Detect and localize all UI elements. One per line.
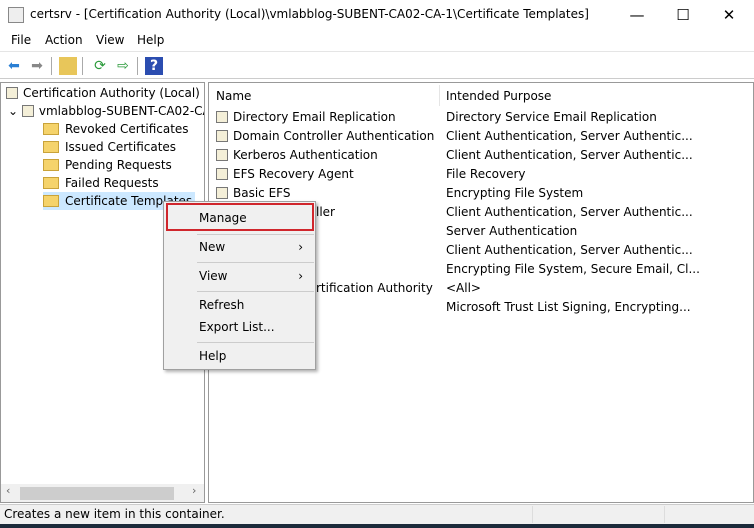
menu-item-export-list[interactable]: Export List... <box>199 320 275 334</box>
tree-ca-label: vmlabblog-SUBENT-CA02-CA <box>38 104 204 118</box>
certificate-template-icon <box>216 187 228 199</box>
forward-arrow-icon[interactable]: ➡ <box>28 57 46 75</box>
tree-label: Issued Certificates <box>65 140 177 154</box>
template-row-purpose[interactable]: Encrypting File System <box>446 184 583 203</box>
tree-root-label: Certification Authority (Local) <box>23 86 200 100</box>
template-row-purpose[interactable]: Client Authentication, Server Authentic.… <box>446 203 693 222</box>
menu-item-refresh[interactable]: Refresh <box>199 298 244 312</box>
scroll-right-icon[interactable]: › <box>192 484 196 497</box>
tree-item-pending-requests[interactable]: Pending Requests <box>43 156 172 174</box>
menu-action[interactable]: Action <box>45 33 83 47</box>
submenu-arrow-icon: › <box>298 269 303 283</box>
menu-item-label: New <box>199 240 226 254</box>
menu-item-view[interactable]: View <box>199 269 227 283</box>
taskbar-edge <box>0 524 754 528</box>
expand-chevron-icon[interactable]: ⌄ <box>8 104 22 118</box>
toolbar-separator <box>51 57 52 75</box>
column-header-intended-purpose[interactable]: Intended Purpose <box>446 89 551 103</box>
maximize-button[interactable]: ☐ <box>660 0 706 30</box>
manage-highlight-box <box>166 203 314 231</box>
tree-label: Revoked Certificates <box>65 122 189 136</box>
tree-label: Pending Requests <box>65 158 172 172</box>
template-row-purpose[interactable]: Encrypting File System, Secure Email, Cl… <box>446 260 700 279</box>
submenu-arrow-icon: › <box>298 240 303 254</box>
certsrv-app-icon <box>8 7 24 23</box>
scrollbar-thumb[interactable] <box>20 487 174 500</box>
template-row-name[interactable]: Directory Email Replication <box>216 108 396 127</box>
template-row-name[interactable]: ller <box>316 203 335 222</box>
menu-separator <box>197 262 314 263</box>
menu-separator <box>197 291 314 292</box>
folder-icon <box>43 195 59 207</box>
close-button[interactable]: ✕ <box>706 0 752 30</box>
template-row-purpose[interactable]: Server Authentication <box>446 222 577 241</box>
column-divider[interactable] <box>439 85 440 106</box>
certificate-template-icon <box>216 130 228 142</box>
menu-item-new[interactable]: New <box>199 240 309 254</box>
help-icon[interactable]: ? <box>145 57 163 75</box>
toolbar-separator <box>82 57 83 75</box>
template-row-purpose[interactable]: Directory Service Email Replication <box>446 108 657 127</box>
template-row-purpose[interactable]: <All> <box>446 279 481 298</box>
tree-item-issued-certificates[interactable]: Issued Certificates <box>43 138 176 156</box>
tree-item-failed-requests[interactable]: Failed Requests <box>43 174 159 192</box>
tree-item-revoked-certificates[interactable]: Revoked Certificates <box>43 120 189 138</box>
template-name: Basic EFS <box>233 186 291 200</box>
tree-root[interactable]: Certification Authority (Local) <box>6 84 200 102</box>
menu-file[interactable]: File <box>11 33 31 47</box>
template-name: Kerberos Authentication <box>233 148 378 162</box>
folder-icon <box>43 177 59 189</box>
menu-view[interactable]: View <box>96 33 124 47</box>
status-divider <box>532 506 533 523</box>
template-row-purpose[interactable]: File Recovery <box>446 165 526 184</box>
folder-icon <box>43 159 59 171</box>
certificate-template-icon <box>216 149 228 161</box>
ca-icon <box>6 87 18 99</box>
template-row-purpose[interactable]: Client Authentication, Server Authentic.… <box>446 146 693 165</box>
menu-separator <box>197 234 314 235</box>
refresh-icon[interactable]: ⟳ <box>91 57 109 75</box>
menu-help[interactable]: Help <box>137 33 164 47</box>
status-divider <box>664 506 665 523</box>
folder-icon <box>43 123 59 135</box>
minimize-button[interactable]: — <box>614 0 660 30</box>
status-text: Creates a new item in this container. <box>4 507 225 521</box>
template-row-name[interactable]: rtification Authority <box>316 279 433 298</box>
window-title: certsrv - [Certification Authority (Loca… <box>30 7 589 21</box>
template-name: EFS Recovery Agent <box>233 167 354 181</box>
certificate-template-icon <box>216 168 228 180</box>
menu-separator <box>197 342 314 343</box>
tree-ca-node[interactable]: ⌄ vmlabblog-SUBENT-CA02-CA <box>8 102 204 120</box>
scroll-left-icon[interactable]: ‹ <box>6 484 10 497</box>
template-row-purpose[interactable]: Client Authentication, Server Authentic.… <box>446 241 693 260</box>
template-name: Directory Email Replication <box>233 110 396 124</box>
menu-item-help[interactable]: Help <box>199 349 226 363</box>
template-row-name[interactable]: Kerberos Authentication <box>216 146 378 165</box>
back-arrow-icon[interactable]: ⬅ <box>5 57 23 75</box>
template-row-purpose[interactable]: Microsoft Trust List Signing, Encrypting… <box>446 298 691 317</box>
template-name: Domain Controller Authentication <box>233 129 435 143</box>
template-row-purpose[interactable]: Client Authentication, Server Authentic.… <box>446 127 693 146</box>
column-header-name[interactable]: Name <box>216 89 251 103</box>
template-row-name[interactable]: EFS Recovery Agent <box>216 165 354 184</box>
up-folder-icon[interactable] <box>59 57 77 75</box>
toolbar-separator <box>137 57 138 75</box>
folder-icon <box>43 141 59 153</box>
template-row-name[interactable]: Domain Controller Authentication <box>216 127 434 146</box>
ca-server-icon <box>21 105 34 117</box>
export-list-icon[interactable]: ⇨ <box>114 57 132 75</box>
tree-label: Failed Requests <box>65 176 159 190</box>
certificate-template-icon <box>216 111 228 123</box>
